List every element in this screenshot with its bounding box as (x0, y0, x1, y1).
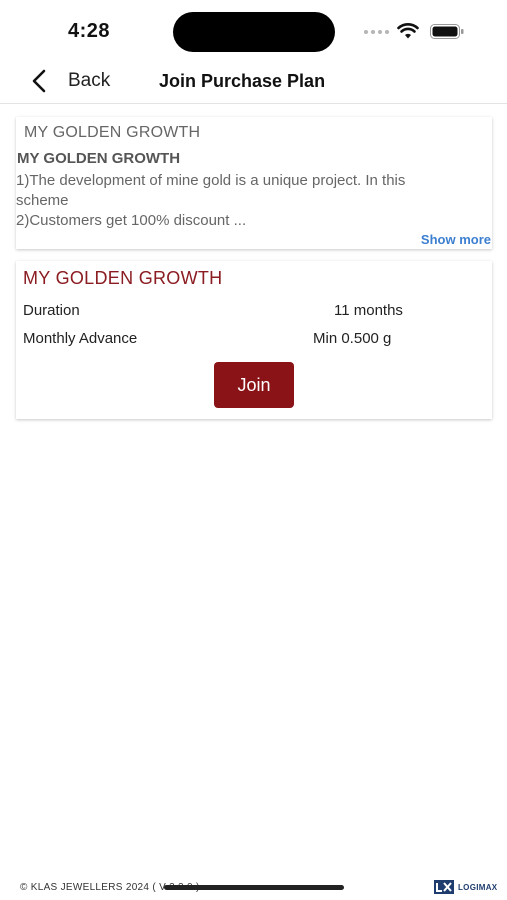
scheme-description: 1)The development of mine gold is a uniq… (16, 171, 492, 231)
logimax-logo: LOGIMAX (434, 880, 497, 894)
status-bar: 4:28 (0, 0, 507, 60)
description-line: scheme (16, 192, 69, 209)
chevron-left-icon (32, 69, 46, 93)
description-line: 2)Customers get 100% discount ... (16, 212, 247, 229)
logimax-logo-icon (434, 880, 454, 894)
logimax-logo-text: LOGIMAX (458, 882, 498, 892)
status-time: 4:28 (68, 20, 111, 42)
plan-name: MY GOLDEN GROWTH (23, 268, 223, 288)
description-line: 1)The development of mine gold is a uniq… (16, 172, 406, 189)
scheme-description-card: MY GOLDEN GROWTH MY GOLDEN GROWTH 1)The … (16, 117, 492, 249)
home-indicator (164, 885, 344, 890)
scheme-subheading: MY GOLDEN GROWTH (17, 150, 181, 167)
plan-card: MY GOLDEN GROWTH Duration 11 months Mont… (16, 261, 492, 419)
wifi-icon (397, 23, 419, 39)
back-button[interactable]: Back (30, 64, 110, 98)
monthly-advance-label: Monthly Advance (23, 330, 138, 347)
show-more-link[interactable]: Show more (421, 232, 491, 247)
nav-bar: Back Join Purchase Plan (0, 60, 507, 104)
scheme-heading: MY GOLDEN GROWTH (24, 124, 201, 141)
duration-value: 11 months (334, 302, 403, 319)
monthly-advance-value: Min 0.500 g (313, 330, 392, 347)
page-title: Join Purchase Plan (159, 71, 326, 91)
join-button[interactable]: Join (214, 362, 294, 408)
dynamic-island (173, 12, 335, 52)
battery-icon (430, 24, 464, 39)
duration-label: Duration (23, 302, 80, 319)
cellular-signal-icon (364, 30, 389, 34)
back-label: Back (68, 70, 111, 91)
